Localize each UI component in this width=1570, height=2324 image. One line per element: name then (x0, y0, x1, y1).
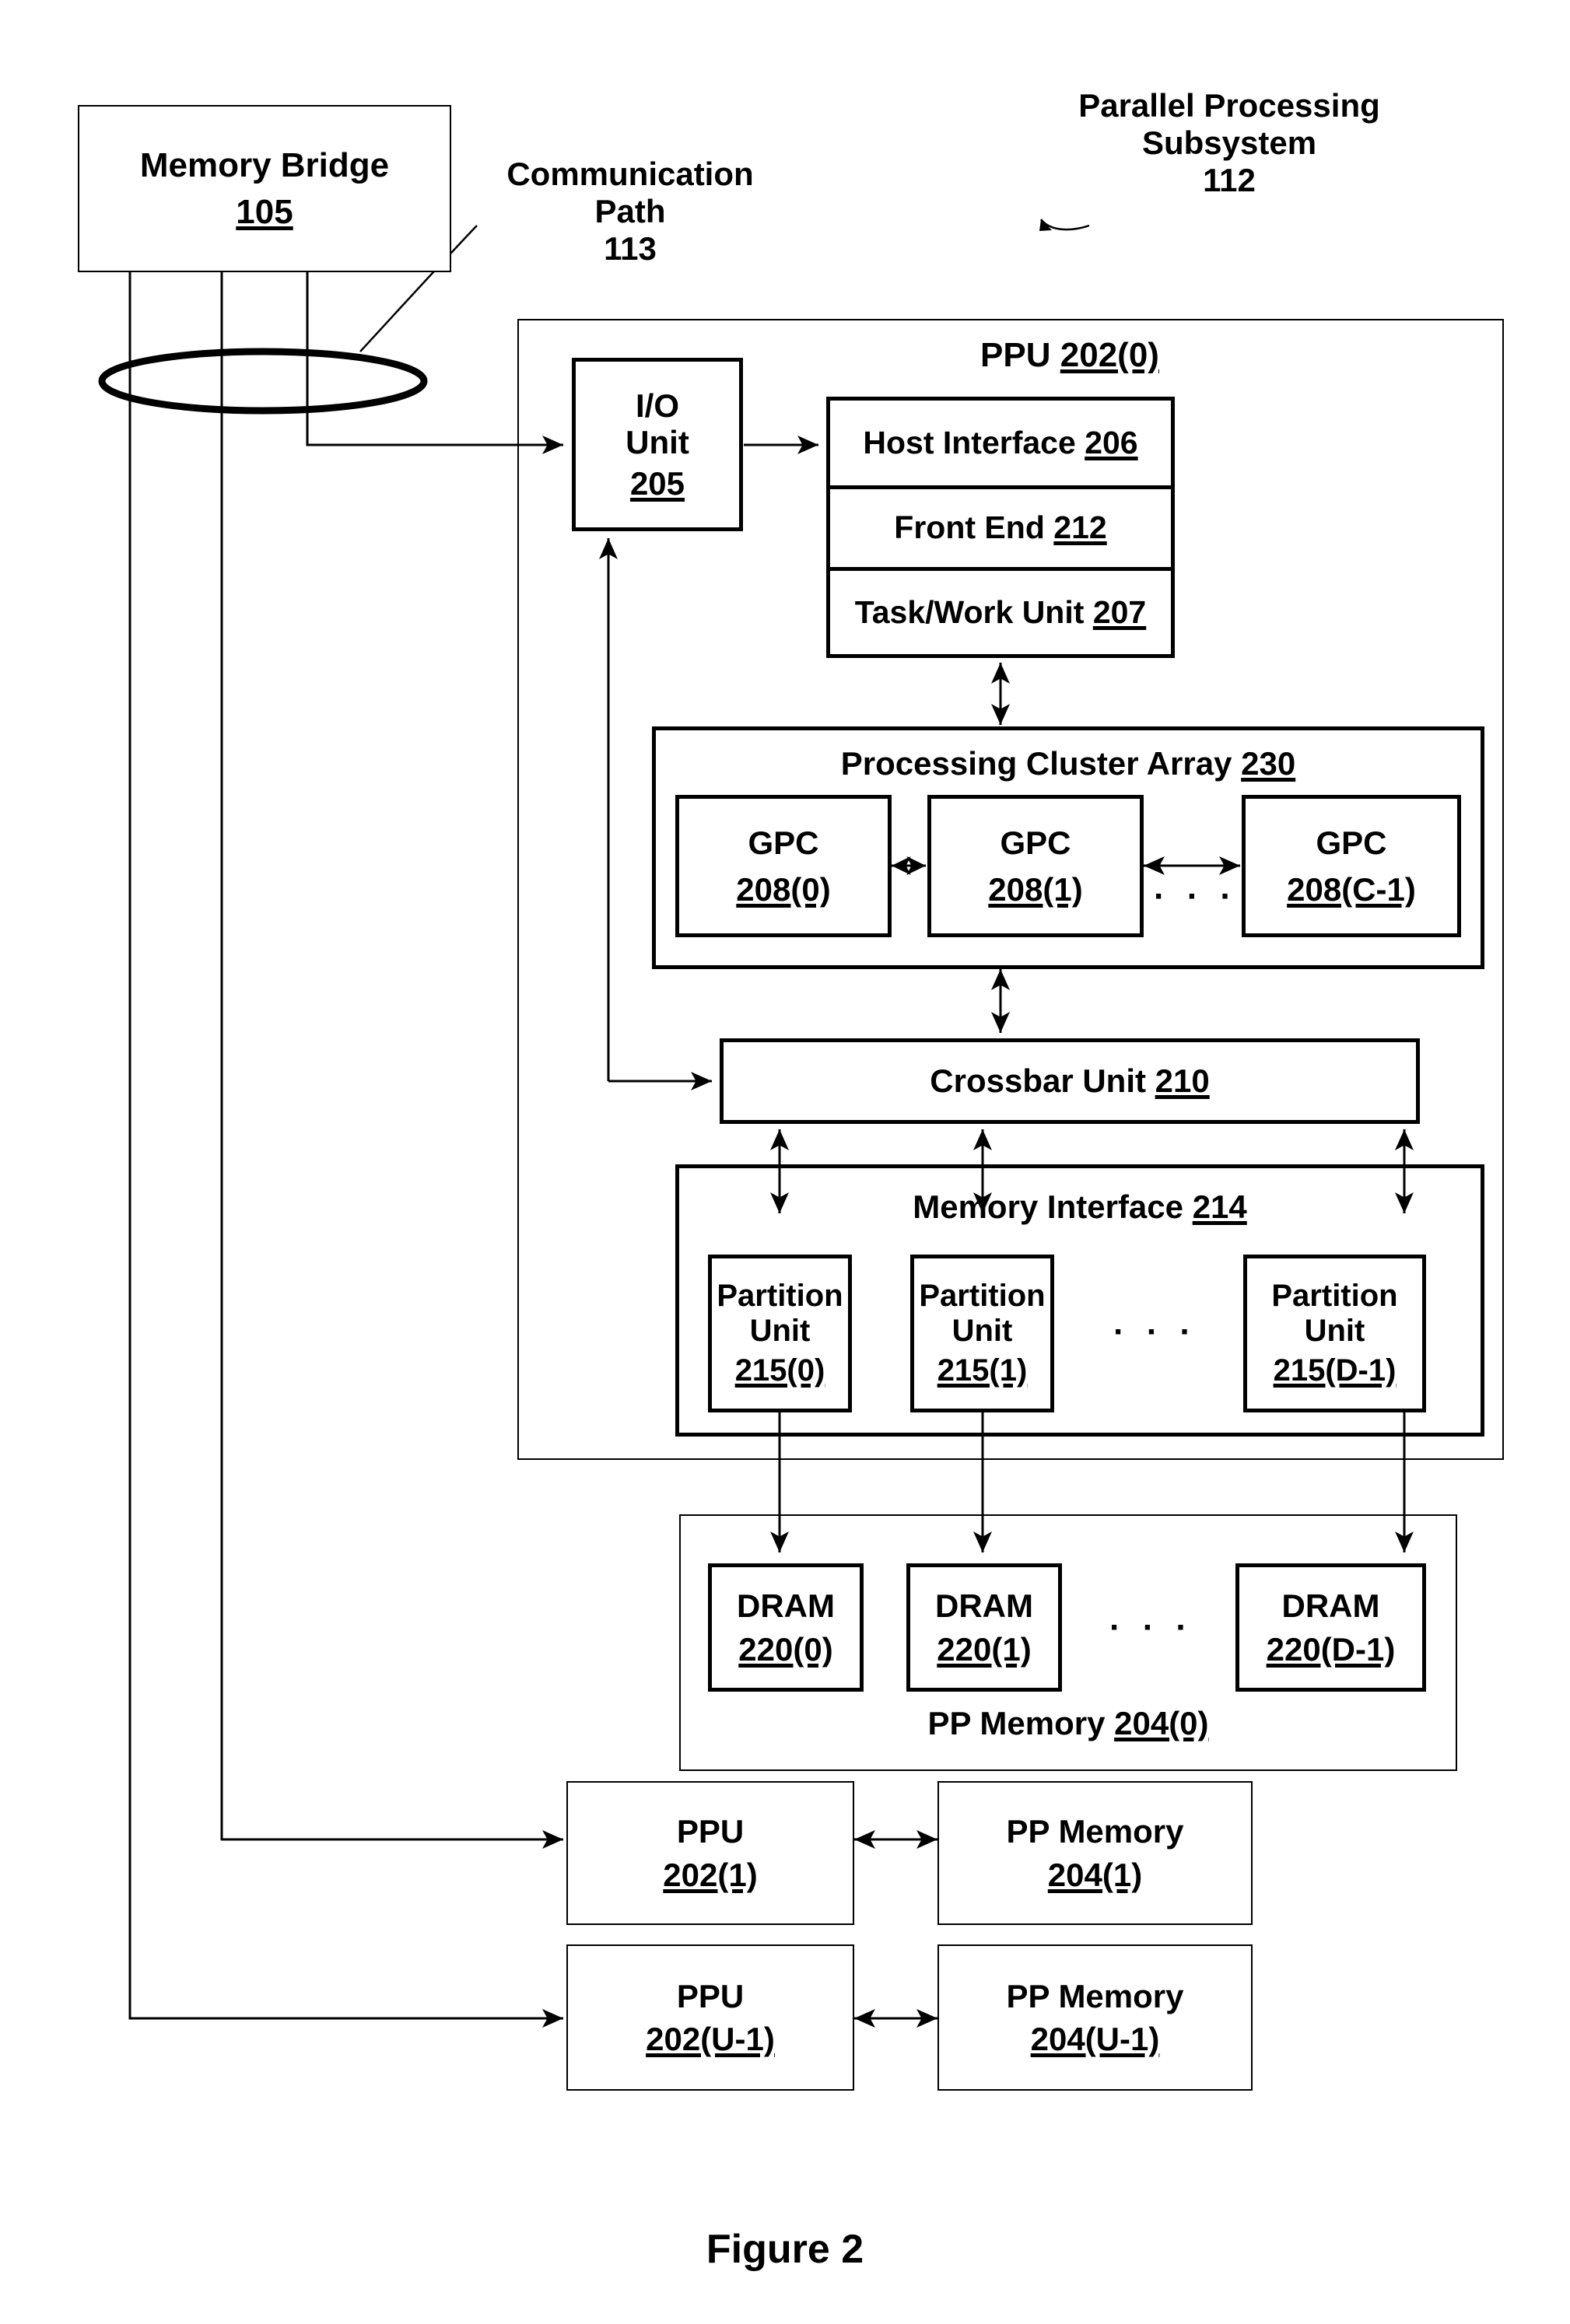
partition-unit-0-ref: 215(0) (734, 1353, 825, 1388)
partition-unit-1-line1: Partition (919, 1279, 1046, 1314)
gpc-1-label: GPC (1000, 824, 1071, 862)
partition-unit-0-box[interactable]: Partition Unit 215(0) (708, 1255, 852, 1412)
partition-unit-0-line2: Unit (749, 1314, 811, 1349)
ppu-1-ref: 202(1) (663, 1856, 758, 1893)
dram-d-1-label: DRAM (1281, 1587, 1380, 1625)
ppu-u-1-ref: 202(U-1) (646, 2021, 775, 2057)
dram-0-ref: 220(0) (738, 1630, 833, 1668)
figure-caption: Figure 2 (706, 2227, 864, 2272)
ppu-1-box[interactable]: PPU 202(1) (566, 1781, 854, 1925)
pp-memory-u-1-ref: 204(U-1) (1030, 2021, 1160, 2057)
task-work-unit-box[interactable]: Task/Work Unit 207 (826, 571, 1175, 658)
partition-unit-ellipsis: · · · (1113, 1313, 1197, 1351)
ppu-u-1-box[interactable]: PPU 202(U-1) (566, 1944, 854, 2091)
processing-cluster-array-ref: 230 (1241, 745, 1296, 782)
partition-unit-d-1-line2: Unit (1304, 1314, 1365, 1349)
crossbar-unit-box[interactable]: Crossbar Unit 210 (720, 1038, 1420, 1124)
ppu-u-1-label: PPU (676, 1977, 745, 2014)
host-interface-label: Host Interface (863, 424, 1076, 460)
ppu-1-label: PPU (676, 1813, 745, 1850)
processing-cluster-array-label: Processing Cluster Array (840, 745, 1232, 782)
communication-bus-ellipse (98, 348, 428, 415)
gpc-1-box[interactable]: GPC 208(1) (927, 795, 1144, 937)
dram-0-box[interactable]: DRAM 220(0) (708, 1563, 864, 1692)
dram-d-1-box[interactable]: DRAM 220(D-1) (1235, 1563, 1426, 1692)
io-unit-line2: Unit (626, 423, 689, 460)
partition-unit-d-1-ref: 215(D-1) (1273, 1353, 1397, 1388)
communication-path-line1: Communication (506, 156, 754, 192)
crossbar-unit-ref: 210 (1155, 1062, 1210, 1100)
io-unit-box[interactable]: I/O Unit 205 (572, 358, 743, 531)
gpc-0-ref: 208(0) (736, 870, 831, 908)
ppu-0-title-ref: 202(0) (1060, 336, 1159, 374)
pps-ref: 112 (1203, 161, 1256, 198)
pp-memory-u-1-box[interactable]: PP Memory 204(U-1) (937, 1944, 1253, 2091)
pps-line2: Subsystem (1141, 124, 1317, 161)
partition-unit-1-ref: 215(1) (937, 1353, 1028, 1388)
host-interface-ref: 206 (1085, 424, 1138, 460)
gpc-1-ref: 208(1) (988, 870, 1083, 908)
pp-memory-0-label: PP Memory (927, 1705, 1106, 1741)
pp-memory-0-title: PP Memory 204(0) (679, 1705, 1457, 1742)
communication-path-line2: Path (594, 192, 666, 229)
host-interface-box[interactable]: Host Interface 206 (826, 397, 1175, 489)
gpc-c-1-ref: 208(C-1) (1287, 870, 1416, 908)
partition-unit-d-1-line1: Partition (1271, 1279, 1398, 1314)
dram-ellipsis: · · · (1109, 1608, 1193, 1647)
gpc-ellipsis: · · · (1153, 877, 1238, 915)
memory-interface-ref: 214 (1192, 1188, 1247, 1225)
partition-unit-1-box[interactable]: Partition Unit 215(1) (910, 1255, 1054, 1412)
dram-0-label: DRAM (737, 1587, 835, 1625)
ppu-0-title: PPU 202(0) (906, 336, 1233, 375)
partition-unit-1-line2: Unit (951, 1314, 1013, 1349)
pps-annotation: Parallel Processing Subsystem 112 (1019, 87, 1439, 199)
io-unit-line1: I/O (635, 387, 679, 424)
gpc-c-1-label: GPC (1316, 824, 1387, 862)
memory-interface-title: Memory Interface 214 (675, 1188, 1484, 1226)
gpc-c-1-box[interactable]: GPC 208(C-1) (1242, 795, 1461, 937)
communication-path-annotation: Communication Path 113 (459, 156, 801, 268)
memory-bridge-box[interactable]: Memory Bridge 105 (78, 105, 451, 272)
pps-line1: Parallel Processing (1078, 87, 1380, 124)
dram-1-ref: 220(1) (937, 1630, 1032, 1668)
memory-bridge-ref: 105 (236, 192, 293, 231)
pp-memory-1-box[interactable]: PP Memory 204(1) (937, 1781, 1253, 1925)
pp-memory-1-label: PP Memory (1006, 1813, 1184, 1850)
pps-leader (1040, 219, 1090, 231)
pp-memory-u-1-label: PP Memory (1006, 1977, 1184, 2014)
front-end-label: Front End (894, 509, 1045, 546)
ppu-0-title-label: PPU (980, 336, 1051, 374)
crossbar-unit-label: Crossbar Unit (930, 1062, 1146, 1100)
communication-path-ref: 113 (604, 229, 657, 267)
figure-canvas: Memory Bridge 105 Communication Path 113… (0, 0, 1570, 2324)
pp-memory-0-ref: 204(0) (1114, 1705, 1209, 1741)
dram-1-label: DRAM (935, 1587, 1033, 1625)
memory-bridge-label: Memory Bridge (139, 146, 390, 185)
gpc-0-label: GPC (748, 824, 819, 862)
memory-interface-label: Memory Interface (913, 1188, 1184, 1225)
task-work-unit-ref: 207 (1092, 593, 1147, 630)
partition-unit-d-1-box[interactable]: Partition Unit 215(D-1) (1243, 1255, 1426, 1412)
task-work-unit-label: Task/Work Unit (854, 593, 1085, 630)
processing-cluster-array-title: Processing Cluster Array 230 (652, 745, 1484, 782)
gpc-0-box[interactable]: GPC 208(0) (675, 795, 892, 937)
io-unit-ref: 205 (629, 465, 685, 502)
front-end-box[interactable]: Front End 212 (826, 489, 1175, 571)
pp-memory-1-ref: 204(1) (1047, 1856, 1143, 1893)
front-end-ref: 212 (1053, 509, 1107, 546)
partition-unit-0-line1: Partition (717, 1279, 843, 1314)
dram-1-box[interactable]: DRAM 220(1) (906, 1563, 1062, 1692)
dram-d-1-ref: 220(D-1) (1266, 1630, 1396, 1668)
